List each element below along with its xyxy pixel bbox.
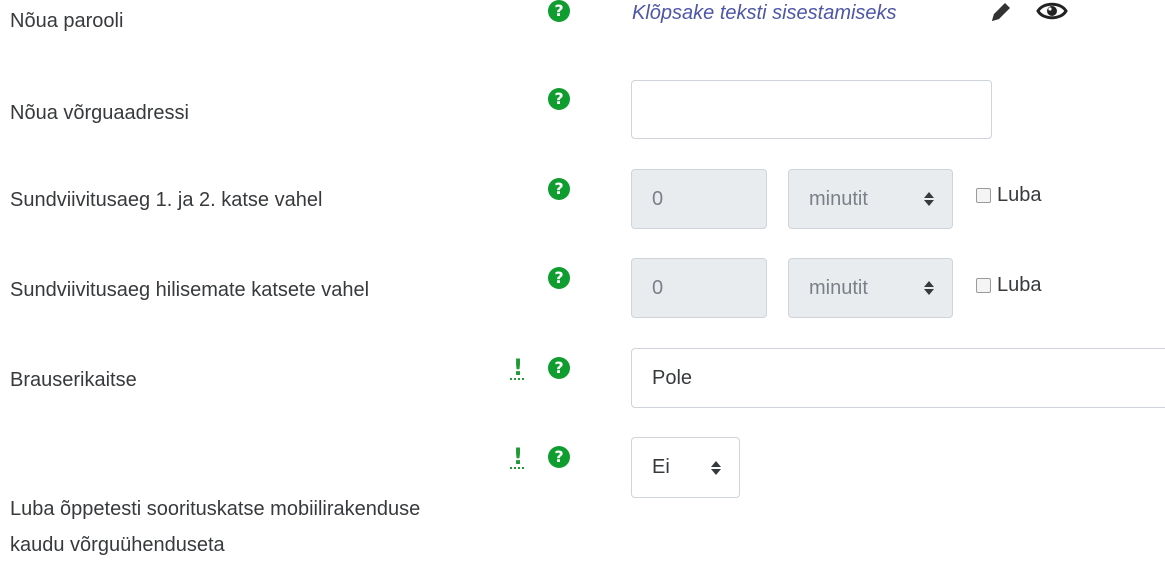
- offline-attempts-label-line1: Luba õppetesti soorituskatse mobiilirake…: [10, 498, 421, 520]
- delay1-enable-label: Luba: [997, 184, 1042, 206]
- help-icon[interactable]: ?: [548, 178, 570, 200]
- browser-security-label: Brauserikaitse: [10, 369, 137, 391]
- advanced-setting-icon: !: [510, 447, 524, 469]
- checkbox-box[interactable]: [976, 278, 991, 293]
- delay1-unit-value: minutit: [809, 187, 868, 210]
- offline-attempts-label-line2: kaudu võrguühenduseta: [10, 534, 225, 556]
- delay1-label: Sundviivitusaeg 1. ja 2. katse vahel: [10, 189, 323, 211]
- help-icon[interactable]: ?: [548, 0, 570, 22]
- network-address-input[interactable]: [631, 80, 992, 139]
- network-label: Nõua võrguaadressi: [10, 102, 189, 124]
- delay2-enable-checkbox[interactable]: Luba: [976, 274, 1042, 297]
- help-icon[interactable]: ?: [548, 88, 570, 110]
- delay1-enable-checkbox[interactable]: Luba: [976, 184, 1042, 207]
- eye-icon[interactable]: [1036, 0, 1068, 29]
- advanced-setting-icon: !: [510, 358, 524, 380]
- delay2-enable-label: Luba: [997, 274, 1042, 296]
- delay1-number-input[interactable]: 0: [631, 169, 767, 229]
- offline-attempts-value: Ei: [652, 456, 670, 478]
- updown-arrows-icon: [924, 281, 934, 295]
- offline-attempts-select[interactable]: Ei: [631, 437, 740, 498]
- browser-security-value: Pole: [652, 366, 693, 389]
- browser-security-select[interactable]: Pole: [631, 348, 1165, 408]
- checkbox-box[interactable]: [976, 188, 991, 203]
- updown-arrows-icon: [924, 192, 934, 206]
- password-inplace-editable[interactable]: Klõpsake teksti sisestamiseks: [632, 0, 897, 30]
- password-label: Nõua parooli: [10, 10, 124, 32]
- delay2-number-input[interactable]: 0: [631, 258, 767, 318]
- delay2-unit-value: minutit: [809, 276, 868, 299]
- help-icon[interactable]: ?: [548, 357, 570, 379]
- help-icon[interactable]: ?: [548, 446, 570, 468]
- help-icon[interactable]: ?: [548, 267, 570, 289]
- delay2-label: Sundviivitusaeg hilisemate katsete vahel: [10, 279, 370, 301]
- updown-arrows-icon: [711, 460, 721, 475]
- delay1-unit-select[interactable]: minutit: [788, 169, 953, 229]
- pencil-icon[interactable]: [988, 0, 1014, 30]
- delay2-unit-select[interactable]: minutit: [788, 258, 953, 318]
